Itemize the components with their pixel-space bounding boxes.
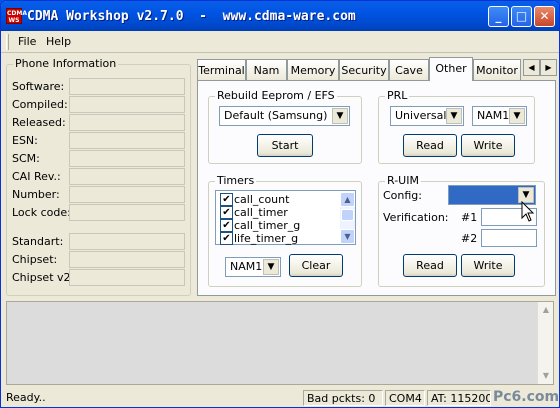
clear-button[interactable]: Clear [289,254,343,277]
tab-monitor[interactable]: Monitor [473,59,521,80]
scm-label: SCM: [12,152,40,165]
esn-label: ESN: [12,134,38,147]
timer-item-call-count[interactable]: call_count [234,193,289,206]
list-scrollbar-thumb[interactable] [341,209,354,221]
standart-label: Standart: [12,235,64,248]
mouse-cursor-icon [521,200,535,223]
chipset-v2-label: Chipset v2: [12,271,75,284]
chevron-down-icon[interactable]: ▼ [446,108,462,124]
minimize-button[interactable]: _ [488,6,509,27]
scm-field[interactable] [69,150,185,167]
verification-label: Verification: [383,211,449,224]
chevron-down-icon[interactable]: ▼ [332,108,348,124]
number-label: Number: [12,188,60,201]
prl-nam-value: NAM1 [477,109,510,122]
software-label: Software: [12,80,65,93]
scroll-up-icon[interactable]: ▲ [340,192,355,207]
cai-rev-label: CAI Rev.: [12,170,61,183]
timer-checkbox-call-timer[interactable]: ✔ [220,206,233,219]
scroll-down-icon[interactable]: ▼ [340,229,355,244]
prl-nam-select[interactable]: NAM1 ▼ [472,106,527,126]
prl-title: PRL [385,89,410,102]
scroll-down-icon[interactable]: ▼ [539,369,553,383]
tab-other[interactable]: Other [429,57,473,81]
config-label: Config: [383,189,422,202]
verification-2-label: #2 [461,232,478,245]
log-scrollbar[interactable]: ▲ ▼ [537,302,553,384]
chipset-v2-field[interactable] [69,269,185,286]
tab-scroll-right-icon[interactable]: ▶ [540,59,557,76]
tab-terminal[interactable]: Terminal [197,59,246,80]
timer-checkbox-call-timer-g[interactable]: ✔ [220,219,233,232]
released-label: Released: [12,116,66,129]
chipset-label: Chipset: [12,253,58,266]
standart-field[interactable] [69,233,185,250]
phone-information-title: Phone Information [13,57,119,70]
timer-item-call-timer-g[interactable]: call_timer_g [234,219,300,232]
menu-file[interactable]: File [18,35,36,48]
scroll-up-icon[interactable]: ▲ [539,303,553,317]
timers-nam-select[interactable]: NAM1 ▼ [225,257,281,277]
tab-scroll-left-icon[interactable]: ◀ [523,59,540,76]
verification-2-input[interactable] [481,229,537,247]
number-field[interactable] [69,186,185,203]
status-at: AT: 115200 [427,390,491,406]
ruim-title: R-UIM [385,174,421,187]
chevron-down-icon[interactable]: ▼ [509,108,525,124]
timers-title: Timers [215,174,257,187]
prl-read-button[interactable]: Read [403,134,457,157]
timer-checkbox-call-count[interactable]: ✔ [220,193,233,206]
released-field[interactable] [69,114,185,131]
list-scrollbar-track[interactable] [340,207,355,229]
status-ready: Ready.. [6,391,46,404]
esn-field[interactable] [69,132,185,149]
timer-item-call-timer[interactable]: call_timer [234,206,288,219]
menu-bar: File Help [1,31,559,53]
tab-memory[interactable]: Memory [287,59,339,80]
window-title: CDMA Workshop v2.7.0 - www.cdma-ware.com [27,9,356,24]
compiled-field[interactable] [69,96,185,113]
maximize-button[interactable]: □ [511,6,532,27]
status-port: COM4 [385,390,425,406]
lock-code-field[interactable] [69,204,185,221]
watermark: Pc6.com [493,389,560,405]
app-icon[interactable]: CDMA WS [6,8,27,24]
timer-item-life-timer-g[interactable]: life_timer_g [234,232,298,245]
prl-mode-value: Universal [395,109,447,122]
rebuild-select-value: Default (Samsung) [224,109,328,122]
chevron-down-icon[interactable]: ▼ [263,259,279,275]
rebuild-select[interactable]: Default (Samsung) ▼ [219,106,350,126]
start-button[interactable]: Start [257,134,313,157]
tab-cave[interactable]: Cave [389,59,429,80]
compiled-label: Compiled: [12,98,68,111]
log-area[interactable]: ▲ ▼ [6,301,554,385]
software-field[interactable] [69,78,185,95]
ruim-read-button[interactable]: Read [403,254,457,277]
prl-mode-select[interactable]: Universal ▼ [390,106,464,126]
prl-write-button[interactable]: Write [461,134,515,157]
lock-code-label: Lock code: [12,206,71,219]
menu-help[interactable]: Help [46,35,71,48]
app-window: CDMA WS CDMA Workshop v2.7.0 - www.cdma-… [0,0,560,408]
verification-1-label: #1 [461,211,478,224]
status-bad-packets: Bad pckts: 0 [303,390,383,406]
cai-rev-field[interactable] [69,168,185,185]
ruim-write-button[interactable]: Write [461,254,515,277]
tab-nam[interactable]: Nam [246,59,287,80]
title-bar[interactable]: CDMA WS CDMA Workshop v2.7.0 - www.cdma-… [1,1,559,31]
chipset-field[interactable] [69,251,185,268]
tab-security[interactable]: Security [339,59,389,80]
close-button[interactable]: ✕ [534,6,555,27]
timer-checkbox-life-timer-g[interactable]: ✔ [220,232,233,245]
timers-nam-value: NAM1 [230,260,263,273]
status-bar: Ready.. Bad pckts: 0 COM4 AT: 115200 Pc6… [1,388,559,407]
menu-grip [6,34,9,50]
rebuild-title: Rebuild Eeprom / EFS [215,89,337,102]
